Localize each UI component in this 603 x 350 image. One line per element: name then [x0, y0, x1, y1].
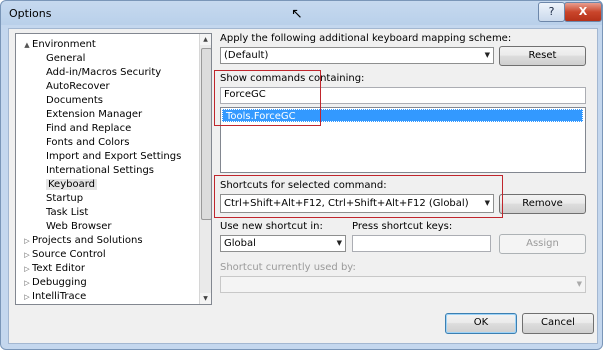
- tree-item-label: International Settings: [46, 165, 155, 176]
- collapsed-arrow-icon[interactable]: ▷: [22, 276, 32, 290]
- collapsed-arrow-icon[interactable]: ▷: [22, 234, 32, 248]
- tree-item[interactable]: AutoRecover: [46, 80, 110, 94]
- shortcuts-value: Ctrl+Shift+Alt+F12, Ctrl+Shift+Alt+F12 (…: [224, 198, 469, 209]
- chevron-down-icon: ▼: [576, 280, 582, 288]
- options-window: Options ? X ▲ Environment General Add-in/Ma…: [0, 0, 603, 350]
- reset-button[interactable]: Reset: [499, 46, 586, 66]
- mouse-cursor-icon: ↖: [291, 6, 303, 22]
- tree-item-label: Source Control: [32, 249, 106, 260]
- list-item[interactable]: Tools.ForceGC: [222, 109, 583, 122]
- chevron-down-icon: ▼: [336, 239, 342, 247]
- current-use-label: Shortcut currently used by:: [220, 262, 356, 273]
- expanded-arrow-icon[interactable]: ▲: [22, 38, 32, 52]
- current-use-dropdown: ▼: [220, 276, 586, 293]
- show-commands-label: Show commands containing:: [220, 73, 365, 84]
- tree-item[interactable]: Import and Export Settings: [46, 150, 181, 164]
- shortcuts-dropdown[interactable]: Ctrl+Shift+Alt+F12, Ctrl+Shift+Alt+F12 (…: [220, 194, 494, 213]
- collapsed-arrow-icon[interactable]: ▷: [22, 262, 32, 276]
- tree-item-label: Task List: [46, 207, 89, 218]
- tree-item[interactable]: Find and Replace: [46, 122, 131, 136]
- chevron-down-icon: ▼: [484, 51, 490, 59]
- tree-item-label: Find and Replace: [46, 123, 132, 134]
- tree-item[interactable]: ▷ Text Editor: [22, 262, 85, 276]
- tree-item-label: Import and Export Settings: [46, 151, 182, 162]
- scroll-down-arrow-icon[interactable]: ▼: [200, 293, 211, 304]
- assign-button[interactable]: Assign: [499, 234, 586, 254]
- close-button[interactable]: X: [564, 2, 602, 22]
- tree-item[interactable]: Keyboard: [46, 178, 98, 192]
- tree-item[interactable]: International Settings: [46, 164, 154, 178]
- mapping-scheme-label: Apply the following additional keyboard …: [220, 33, 512, 44]
- collapsed-arrow-icon[interactable]: ▷: [22, 290, 32, 304]
- use-shortcut-in-value: Global: [224, 238, 256, 249]
- tree-item[interactable]: ▲ Environment: [22, 38, 96, 52]
- tree-item-label: Environment: [32, 39, 96, 50]
- press-shortcut-keys-input[interactable]: [352, 235, 491, 252]
- commands-list[interactable]: Tools.ForceGC: [220, 107, 586, 173]
- use-new-shortcut-label: Use new shortcut in:: [220, 221, 323, 232]
- tree-item-label: AutoRecover: [46, 81, 110, 92]
- tree-item[interactable]: ▷ Projects and Solutions: [22, 234, 143, 248]
- tree-item[interactable]: ▷ Debugging: [22, 276, 87, 290]
- chevron-down-icon: ▼: [484, 199, 490, 207]
- shortcuts-label: Shortcuts for selected command:: [220, 180, 387, 191]
- tree-item[interactable]: Add-in/Macros Security: [46, 66, 161, 80]
- tree-item-label: Web Browser: [46, 221, 112, 232]
- tree-item-label: Projects and Solutions: [32, 235, 143, 246]
- scroll-thumb[interactable]: [201, 48, 211, 220]
- tree-item[interactable]: ▷ Source Control: [22, 248, 106, 262]
- command-search-input[interactable]: ForceGC: [220, 87, 586, 104]
- mapping-scheme-value: (Default): [224, 50, 269, 61]
- options-tree[interactable]: ▲ Environment General Add-in/Macros Securit…: [15, 33, 212, 305]
- ok-button[interactable]: OK: [445, 313, 517, 334]
- tree-item-label: Keyboard: [46, 179, 98, 190]
- help-button[interactable]: ?: [538, 2, 565, 22]
- tree-item[interactable]: Startup: [46, 192, 83, 206]
- use-shortcut-in-dropdown[interactable]: Global ▼: [220, 235, 346, 252]
- tree-item[interactable]: Documents: [46, 94, 103, 108]
- tree-item-label: IntelliTrace: [32, 291, 87, 302]
- tree-item[interactable]: Web Browser: [46, 220, 112, 234]
- tree-item[interactable]: Task List: [46, 206, 88, 220]
- scroll-up-arrow-icon[interactable]: ▲: [200, 34, 211, 45]
- tree-item-label: Extension Manager: [46, 109, 143, 120]
- tree-item-label: Text Editor: [32, 263, 85, 274]
- dialog-client: ▲ Environment General Add-in/Macros Securit…: [8, 28, 598, 344]
- tree-item[interactable]: General: [46, 52, 85, 66]
- window-title: Options: [9, 7, 52, 20]
- tree-item-label: Fonts and Colors: [46, 137, 130, 148]
- mapping-scheme-dropdown[interactable]: (Default) ▼: [220, 47, 494, 64]
- remove-button[interactable]: Remove: [499, 194, 586, 214]
- tree-item-label: Debugging: [32, 277, 87, 288]
- cancel-button[interactable]: Cancel: [522, 313, 594, 334]
- tree-item-label: Documents: [46, 95, 104, 106]
- press-shortcut-keys-label: Press shortcut keys:: [352, 221, 453, 232]
- tree-item-label: Add-in/Macros Security: [46, 67, 162, 78]
- tree-item[interactable]: Fonts and Colors: [46, 136, 129, 150]
- tree-item[interactable]: Extension Manager: [46, 108, 142, 122]
- collapsed-arrow-icon[interactable]: ▷: [22, 248, 32, 262]
- tree-item-label: Startup: [46, 193, 84, 204]
- tree-item-label: General: [46, 53, 86, 64]
- tree-item[interactable]: ▷ IntelliTrace: [22, 290, 86, 304]
- tree-scrollbar[interactable]: ▲ ▼: [199, 34, 211, 304]
